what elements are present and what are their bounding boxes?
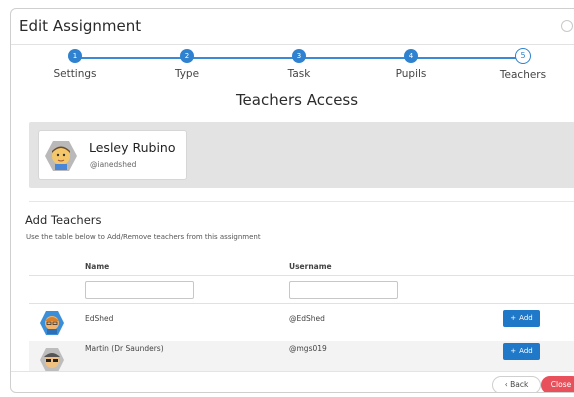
step-number: 2	[180, 49, 194, 63]
add-teachers-heading: Add Teachers	[25, 213, 102, 227]
step-label: Task	[287, 68, 311, 80]
table-row: EdShed @EdShed + Add	[29, 305, 574, 341]
step-label: Teachers	[499, 69, 547, 81]
back-button[interactable]: ‹ Back	[492, 376, 541, 392]
owner-card: Lesley Rubino @ianedshed	[38, 130, 187, 180]
teacher-username: @mgs019	[289, 344, 327, 353]
add-teachers-help: Use the table below to Add/Remove teache…	[26, 233, 261, 241]
close-button[interactable]: Close	[541, 376, 574, 392]
add-teacher-button[interactable]: + Add	[503, 310, 540, 327]
step-label: Pupils	[395, 68, 427, 80]
step-teachers[interactable]: 5 Teachers	[483, 48, 563, 81]
step-number: 4	[404, 49, 418, 63]
step-label: Type	[174, 68, 200, 80]
table-header-divider	[29, 275, 574, 276]
modal-footer: ‹ Back Close	[11, 371, 574, 392]
add-button-label: Add	[519, 314, 533, 322]
divider	[29, 201, 574, 202]
step-number: 3	[292, 49, 306, 63]
step-label: Settings	[53, 68, 97, 80]
modal-title: Edit Assignment	[19, 17, 142, 35]
owner-panel: Lesley Rubino @ianedshed	[29, 122, 574, 188]
name-filter-input[interactable]	[85, 281, 194, 299]
chevron-left-icon: ‹	[504, 380, 508, 389]
plus-icon: +	[510, 347, 517, 355]
owner-name: Lesley Rubino	[89, 140, 176, 155]
section-title: Teachers Access	[235, 91, 359, 109]
teacher-name: Martin (Dr Saunders)	[85, 344, 164, 353]
column-header-username[interactable]: Username	[289, 262, 332, 271]
plus-icon: +	[510, 314, 517, 322]
modal-header: Edit Assignment	[11, 9, 574, 45]
wizard-stepper: 1 Settings 2 Type 3 Task 4 Pupils 5 Teac…	[11, 48, 574, 93]
teacher-name: EdShed	[85, 314, 114, 323]
table-row: Martin (Dr Saunders) @mgs019 + Add	[29, 341, 574, 372]
column-header-name[interactable]: Name	[85, 262, 109, 271]
edit-assignment-modal: Edit Assignment 1 Settings 2 Type 3 Task…	[10, 8, 574, 393]
table-filter-divider	[29, 303, 574, 304]
close-icon[interactable]	[561, 20, 573, 32]
teacher-username: @EdShed	[289, 314, 325, 323]
step-pupils[interactable]: 4 Pupils	[371, 49, 451, 80]
avatar	[40, 311, 64, 335]
step-type[interactable]: 2 Type	[147, 49, 227, 80]
add-button-label: Add	[519, 347, 533, 355]
username-filter-input[interactable]	[289, 281, 398, 299]
step-number: 1	[68, 49, 82, 63]
avatar	[45, 141, 77, 171]
avatar	[40, 348, 64, 372]
add-teacher-button[interactable]: + Add	[503, 343, 540, 360]
back-button-label: Back	[510, 380, 529, 389]
step-task[interactable]: 3 Task	[259, 49, 339, 80]
step-settings[interactable]: 1 Settings	[35, 49, 115, 80]
owner-username: @ianedshed	[90, 160, 137, 169]
step-number: 5	[515, 48, 531, 64]
